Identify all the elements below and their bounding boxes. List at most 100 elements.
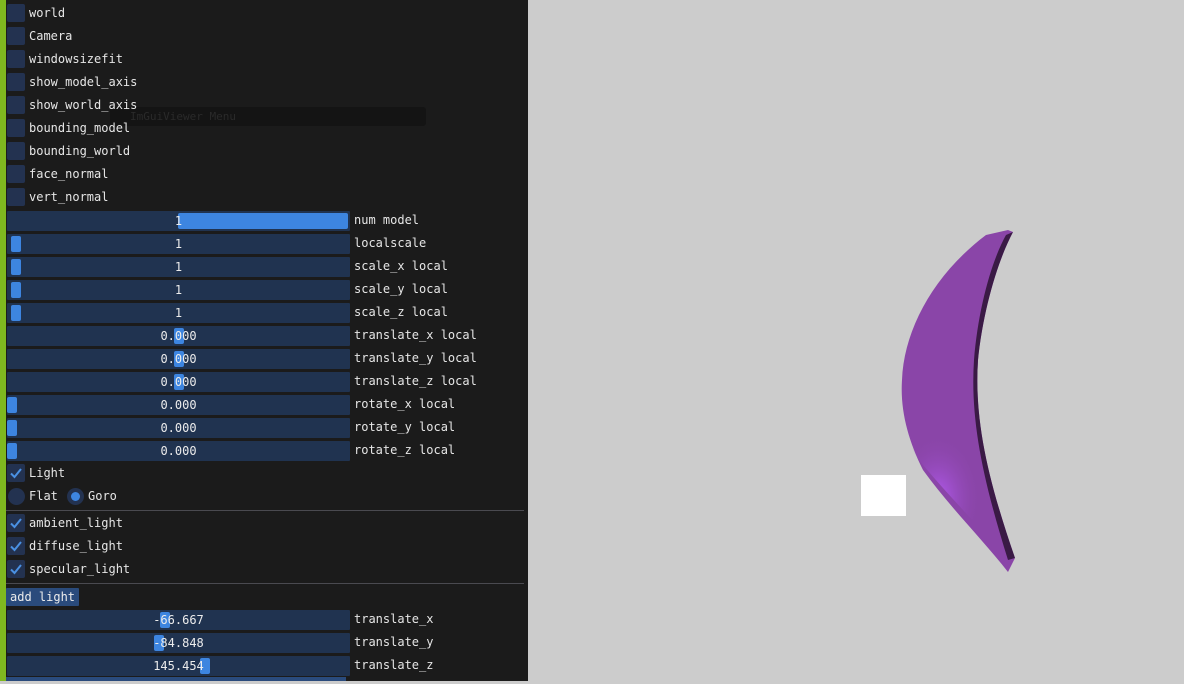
slider-value: 0.000 (160, 421, 197, 435)
viewport-canvas[interactable] (528, 0, 1184, 681)
slider-row-rotate-z-local[interactable]: 0.000 rotate_z local (6, 440, 528, 461)
slider-rotate-y-local[interactable]: 0.000 (7, 418, 350, 438)
slider-value: 1 (174, 237, 183, 251)
slider-num-model[interactable]: 1 (7, 211, 350, 231)
slider-translate-y[interactable]: -84.848 (7, 633, 350, 653)
slider-value: -84.848 (153, 636, 204, 650)
slider-row-rotate-y-local[interactable]: 0.000 rotate_y local (6, 417, 528, 438)
checkbox-row-face-normal[interactable]: face_normal (6, 164, 528, 185)
slider-row-translate-y-local[interactable]: 0.000 translate_y local (6, 348, 528, 369)
slider-value: 145.454 (153, 659, 204, 673)
light-source-marker[interactable] (861, 475, 906, 516)
checkbox-label: windowsizefit (29, 52, 123, 66)
slider-row-num-model[interactable]: 1 num model (6, 210, 528, 231)
slider-label: localscale (354, 236, 427, 250)
slider-value: 0.000 (160, 375, 197, 389)
checkbox-show-world-axis[interactable] (7, 96, 25, 114)
checkbox-label: diffuse_light (29, 539, 123, 553)
slider-value: 0.000 (160, 398, 197, 412)
checkbox-windowsizefit[interactable] (7, 50, 25, 68)
slider-label: scale_y local (354, 282, 448, 296)
slider-translate-x[interactable]: -66.667 (7, 610, 350, 630)
checkbox-label: vert_normal (29, 190, 109, 204)
checkbox-row-light[interactable]: Light (6, 463, 528, 484)
slider-translate-z-local[interactable]: 0.000 (7, 372, 350, 392)
slider-scale-x-local[interactable]: 1 (7, 257, 350, 277)
checkbox-row-world[interactable]: world (6, 3, 528, 24)
slider-row-scale-x-local[interactable]: 1 scale_x local (6, 256, 528, 277)
checkbox-row-specular-light[interactable]: specular_light (6, 559, 528, 580)
slider-label: rotate_x local (354, 397, 456, 411)
slider-value: 0.000 (160, 444, 197, 458)
slider-label: translate_x local (354, 328, 477, 342)
separator (6, 510, 524, 511)
checkbox-label: Light (29, 466, 66, 480)
checkbox-row-bounding-model[interactable]: bounding_model (6, 118, 528, 139)
slider-label: translate_z (354, 658, 434, 672)
checkbox-diffuse-light[interactable] (7, 537, 25, 555)
checkbox-label: ambient_light (29, 516, 123, 530)
checkbox-camera[interactable] (7, 27, 25, 45)
slider-label: scale_z local (354, 305, 448, 319)
radio-flat[interactable] (8, 488, 25, 505)
checkbox-world[interactable] (7, 4, 25, 22)
radio-selected-dot (71, 492, 80, 501)
slider-scale-y-local[interactable]: 1 (7, 280, 350, 300)
slider-label: num model (354, 213, 420, 227)
bottom-scroll-strip[interactable] (6, 677, 346, 681)
checkbox-row-diffuse-light[interactable]: diffuse_light (6, 536, 528, 557)
slider-row-translate-y[interactable]: -84.848 translate_y (6, 632, 528, 653)
slider-row-rotate-x-local[interactable]: 0.000 rotate_x local (6, 394, 528, 415)
slider-row-translate-z[interactable]: 145.454 translate_z (6, 655, 528, 676)
slider-row-scale-z-local[interactable]: 1 scale_z local (6, 302, 528, 323)
slider-rotate-z-local[interactable]: 0.000 (7, 441, 350, 461)
checkbox-specular-light[interactable] (7, 560, 25, 578)
slider-rotate-x-local[interactable]: 0.000 (7, 395, 350, 415)
checkbox-row-bounding-world[interactable]: bounding_world (6, 141, 528, 162)
checkbox-label: show_model_axis (29, 75, 138, 89)
radio-flat-label: Flat (29, 489, 58, 503)
imgui-menu-panel: ImGuiViewer Menu world Camera windowsizefi… (0, 0, 528, 681)
slider-scale-z-local[interactable]: 1 (7, 303, 350, 323)
checkbox-face-normal[interactable] (7, 165, 25, 183)
slider-row-localscale[interactable]: 1 localscale (6, 233, 528, 254)
slider-row-translate-x-local[interactable]: 0.000 translate_x local (6, 325, 528, 346)
slider-translate-y-local[interactable]: 0.000 (7, 349, 350, 369)
checkbox-bounding-world[interactable] (7, 142, 25, 160)
slider-translate-z[interactable]: 145.454 (7, 656, 350, 676)
checkbox-row-show-world-axis[interactable]: show_world_axis (6, 95, 528, 116)
checkbox-light[interactable] (7, 464, 25, 482)
slider-translate-x-local[interactable]: 0.000 (7, 326, 350, 346)
checkbox-ambient-light[interactable] (7, 514, 25, 532)
radio-goro[interactable] (67, 488, 84, 505)
slider-value: -66.667 (153, 613, 204, 627)
checkbox-show-model-axis[interactable] (7, 73, 25, 91)
slider-value: 1 (174, 214, 183, 228)
slider-label: rotate_z local (354, 443, 456, 457)
checkbox-bounding-model[interactable] (7, 119, 25, 137)
checkbox-label: face_normal (29, 167, 109, 181)
checkbox-row-windowsizefit[interactable]: windowsizefit (6, 49, 528, 70)
checkbox-vert-normal[interactable] (7, 188, 25, 206)
slider-value: 0.000 (160, 329, 197, 343)
checkbox-row-vert-normal[interactable]: vert_normal (6, 187, 528, 208)
slider-localscale[interactable]: 1 (7, 234, 350, 254)
slider-row-scale-y-local[interactable]: 1 scale_y local (6, 279, 528, 300)
slider-label: translate_y local (354, 351, 477, 365)
checkbox-label: Camera (29, 29, 73, 43)
slider-label: translate_z local (354, 374, 477, 388)
slider-row-translate-z-local[interactable]: 0.000 translate_z local (6, 371, 528, 392)
add-light-button[interactable]: add light (6, 588, 80, 606)
checkbox-row-ambient-light[interactable]: ambient_light (6, 513, 528, 534)
separator (6, 583, 524, 584)
slider-row-translate-x[interactable]: -66.667 translate_x (6, 609, 528, 630)
radio-goro-label: Goro (88, 489, 117, 503)
render-viewport[interactable] (528, 0, 1184, 681)
checkbox-row-camera[interactable]: Camera (6, 26, 528, 47)
checkbox-label: specular_light (29, 562, 131, 576)
checkbox-row-show-model-axis[interactable]: show_model_axis (6, 72, 528, 93)
checkbox-label: bounding_world (29, 144, 131, 158)
slider-value: 1 (174, 260, 183, 274)
slider-label: rotate_y local (354, 420, 456, 434)
checkbox-label: show_world_axis (29, 98, 138, 112)
